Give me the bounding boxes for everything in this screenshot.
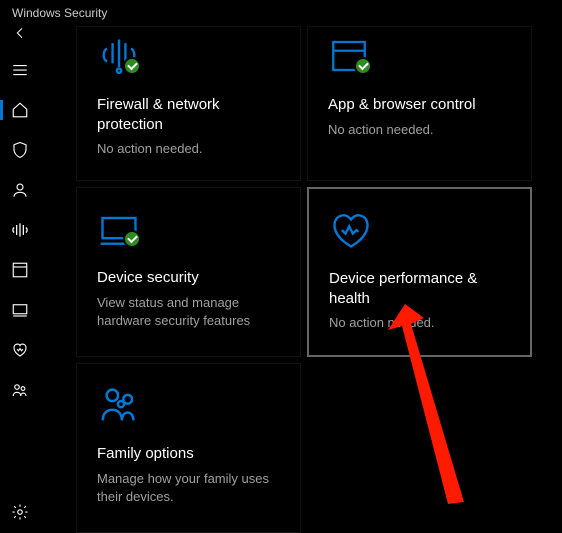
tile-device-security[interactable]: Device security View status and manage h… <box>76 187 301 357</box>
tile-desc: View status and manage hardware security… <box>97 294 280 330</box>
tile-desc: Manage how your family uses their device… <box>97 470 280 506</box>
tile-firewall[interactable]: Firewall & network protection No action … <box>76 26 301 181</box>
tile-desc: No action needed. <box>97 140 280 158</box>
tile-app-browser[interactable]: App & browser control No action needed. <box>307 26 532 181</box>
tile-title: Device performance & health <box>329 269 510 308</box>
back-button[interactable] <box>0 22 40 44</box>
tile-title: Device security <box>97 268 280 288</box>
nav-virus-threat[interactable] <box>0 130 40 170</box>
window-title-text: Windows Security <box>12 6 107 20</box>
nav-firewall[interactable] <box>0 210 40 250</box>
nav-account[interactable] <box>0 170 40 210</box>
tile-title: App & browser control <box>328 95 511 115</box>
left-nav <box>0 26 40 532</box>
device-security-icon <box>97 206 280 252</box>
window-title: Windows Security <box>0 0 562 26</box>
tile-title: Firewall & network protection <box>97 95 280 134</box>
tile-desc: No action needed. <box>329 314 510 332</box>
nav-family[interactable] <box>0 370 40 410</box>
nav-device-security[interactable] <box>0 290 40 330</box>
firewall-icon <box>97 33 280 79</box>
nav-settings[interactable] <box>0 492 40 532</box>
status-ok-badge <box>354 57 372 75</box>
family-icon <box>97 382 280 428</box>
app-browser-icon <box>328 33 511 79</box>
heart-pulse-icon <box>329 207 510 253</box>
tile-title: Family options <box>97 444 280 464</box>
nav-device-performance[interactable] <box>0 330 40 370</box>
content-area: Firewall & network protection No action … <box>40 26 562 532</box>
tile-family-options[interactable]: Family options Manage how your family us… <box>76 363 301 533</box>
nav-home[interactable] <box>0 90 40 130</box>
nav-app-browser[interactable] <box>0 250 40 290</box>
tiles-grid: Firewall & network protection No action … <box>76 26 532 533</box>
status-ok-badge <box>123 57 141 75</box>
tile-desc: No action needed. <box>328 121 511 139</box>
menu-button[interactable] <box>0 50 40 90</box>
tile-device-performance[interactable]: Device performance & health No action ne… <box>307 187 532 357</box>
